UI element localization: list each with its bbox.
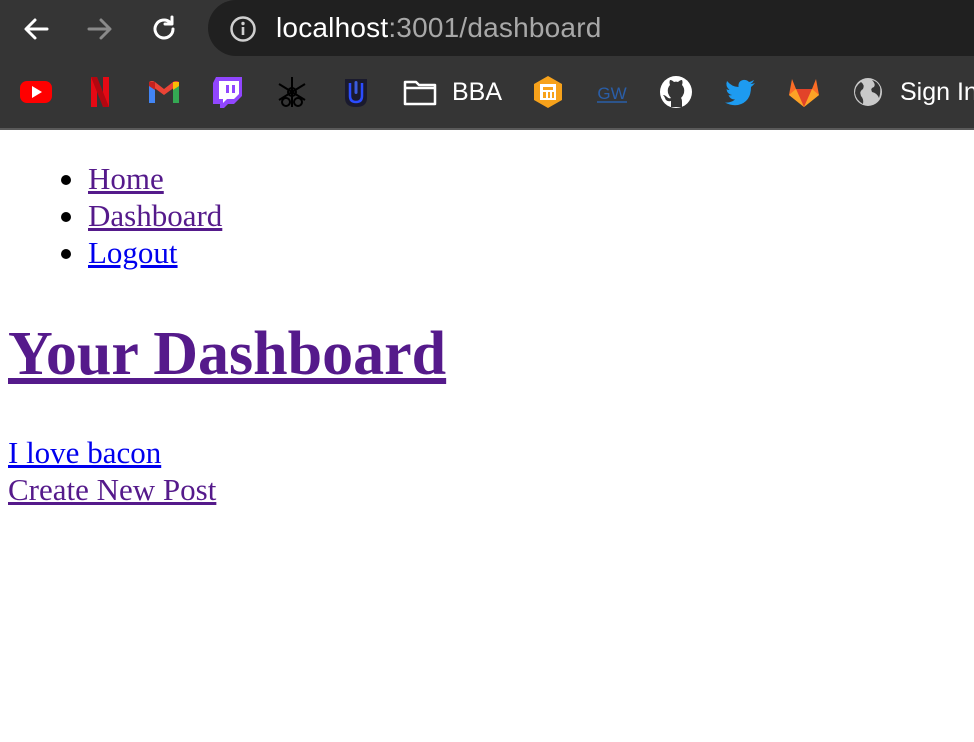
twitch-icon	[213, 77, 242, 108]
bookmark-twitch[interactable]	[210, 74, 246, 110]
svg-text:GW: GW	[597, 84, 626, 103]
globe-icon	[854, 78, 882, 106]
bookmark-github[interactable]	[658, 74, 694, 110]
bookmark-orange-app[interactable]	[530, 74, 566, 110]
nav-link-logout[interactable]: Logout	[88, 234, 178, 271]
reload-icon	[153, 15, 175, 40]
url-path: :3001/dashboard	[388, 12, 602, 43]
reload-button[interactable]	[146, 11, 182, 47]
gmail-icon	[149, 81, 179, 103]
page-title-link[interactable]: Your Dashboard	[8, 320, 446, 388]
back-arrow-icon	[24, 18, 49, 40]
youtube-icon	[20, 81, 52, 103]
create-post-link[interactable]: Create New Post	[8, 471, 216, 508]
post-link[interactable]: I love bacon	[8, 434, 161, 471]
browser-toolbar: localhost:3001/dashboard	[0, 0, 974, 58]
forward-button[interactable]	[82, 11, 118, 47]
nav-link-dashboard[interactable]: Dashboard	[88, 197, 222, 234]
folder-icon	[403, 80, 437, 106]
url-host: localhost	[276, 12, 389, 43]
page-title[interactable]: Your Dashboard	[8, 318, 446, 390]
github-icon	[660, 76, 692, 108]
bullet-icon	[61, 212, 71, 222]
bookmark-youtube[interactable]	[18, 74, 54, 110]
twitter-icon	[725, 79, 755, 106]
nav-link-home[interactable]: Home	[88, 160, 164, 197]
bookmark-label: BBA	[452, 77, 503, 106]
bookmarks-bar: BBA GW Sign In	[0, 58, 974, 128]
bookmark-gitlab[interactable]	[786, 74, 822, 110]
site-info-icon[interactable]	[229, 15, 257, 43]
url-text[interactable]: localhost:3001/dashboard	[276, 11, 602, 45]
bookmark-gw[interactable]: GW	[594, 74, 630, 110]
browser-chrome: localhost:3001/dashboard BBA GW Sign In	[0, 0, 974, 130]
snowflake-bike-icon	[278, 77, 306, 107]
shield-u-icon	[345, 79, 367, 107]
toolbar-divider	[0, 128, 974, 130]
back-button[interactable]	[18, 11, 54, 47]
bookmark-twitter[interactable]	[722, 74, 758, 110]
bookmark-sign-in[interactable]: Sign In	[850, 74, 974, 110]
netflix-icon	[91, 77, 109, 107]
bullet-icon	[61, 249, 71, 259]
gw-icon: GW	[597, 84, 627, 103]
address-bar[interactable]: localhost:3001/dashboard	[208, 0, 974, 56]
forward-arrow-icon	[87, 18, 112, 40]
bookmark-folder-bba[interactable]: BBA	[402, 74, 502, 110]
bullet-icon	[61, 175, 71, 185]
orange-app-icon	[534, 76, 562, 108]
bookmark-shield-u[interactable]	[338, 74, 374, 110]
bookmark-snowflake[interactable]	[274, 74, 310, 110]
bookmark-label: Sign In	[900, 77, 974, 106]
bookmark-gmail[interactable]	[146, 74, 182, 110]
gitlab-icon	[789, 79, 819, 107]
bookmark-netflix[interactable]	[82, 74, 118, 110]
